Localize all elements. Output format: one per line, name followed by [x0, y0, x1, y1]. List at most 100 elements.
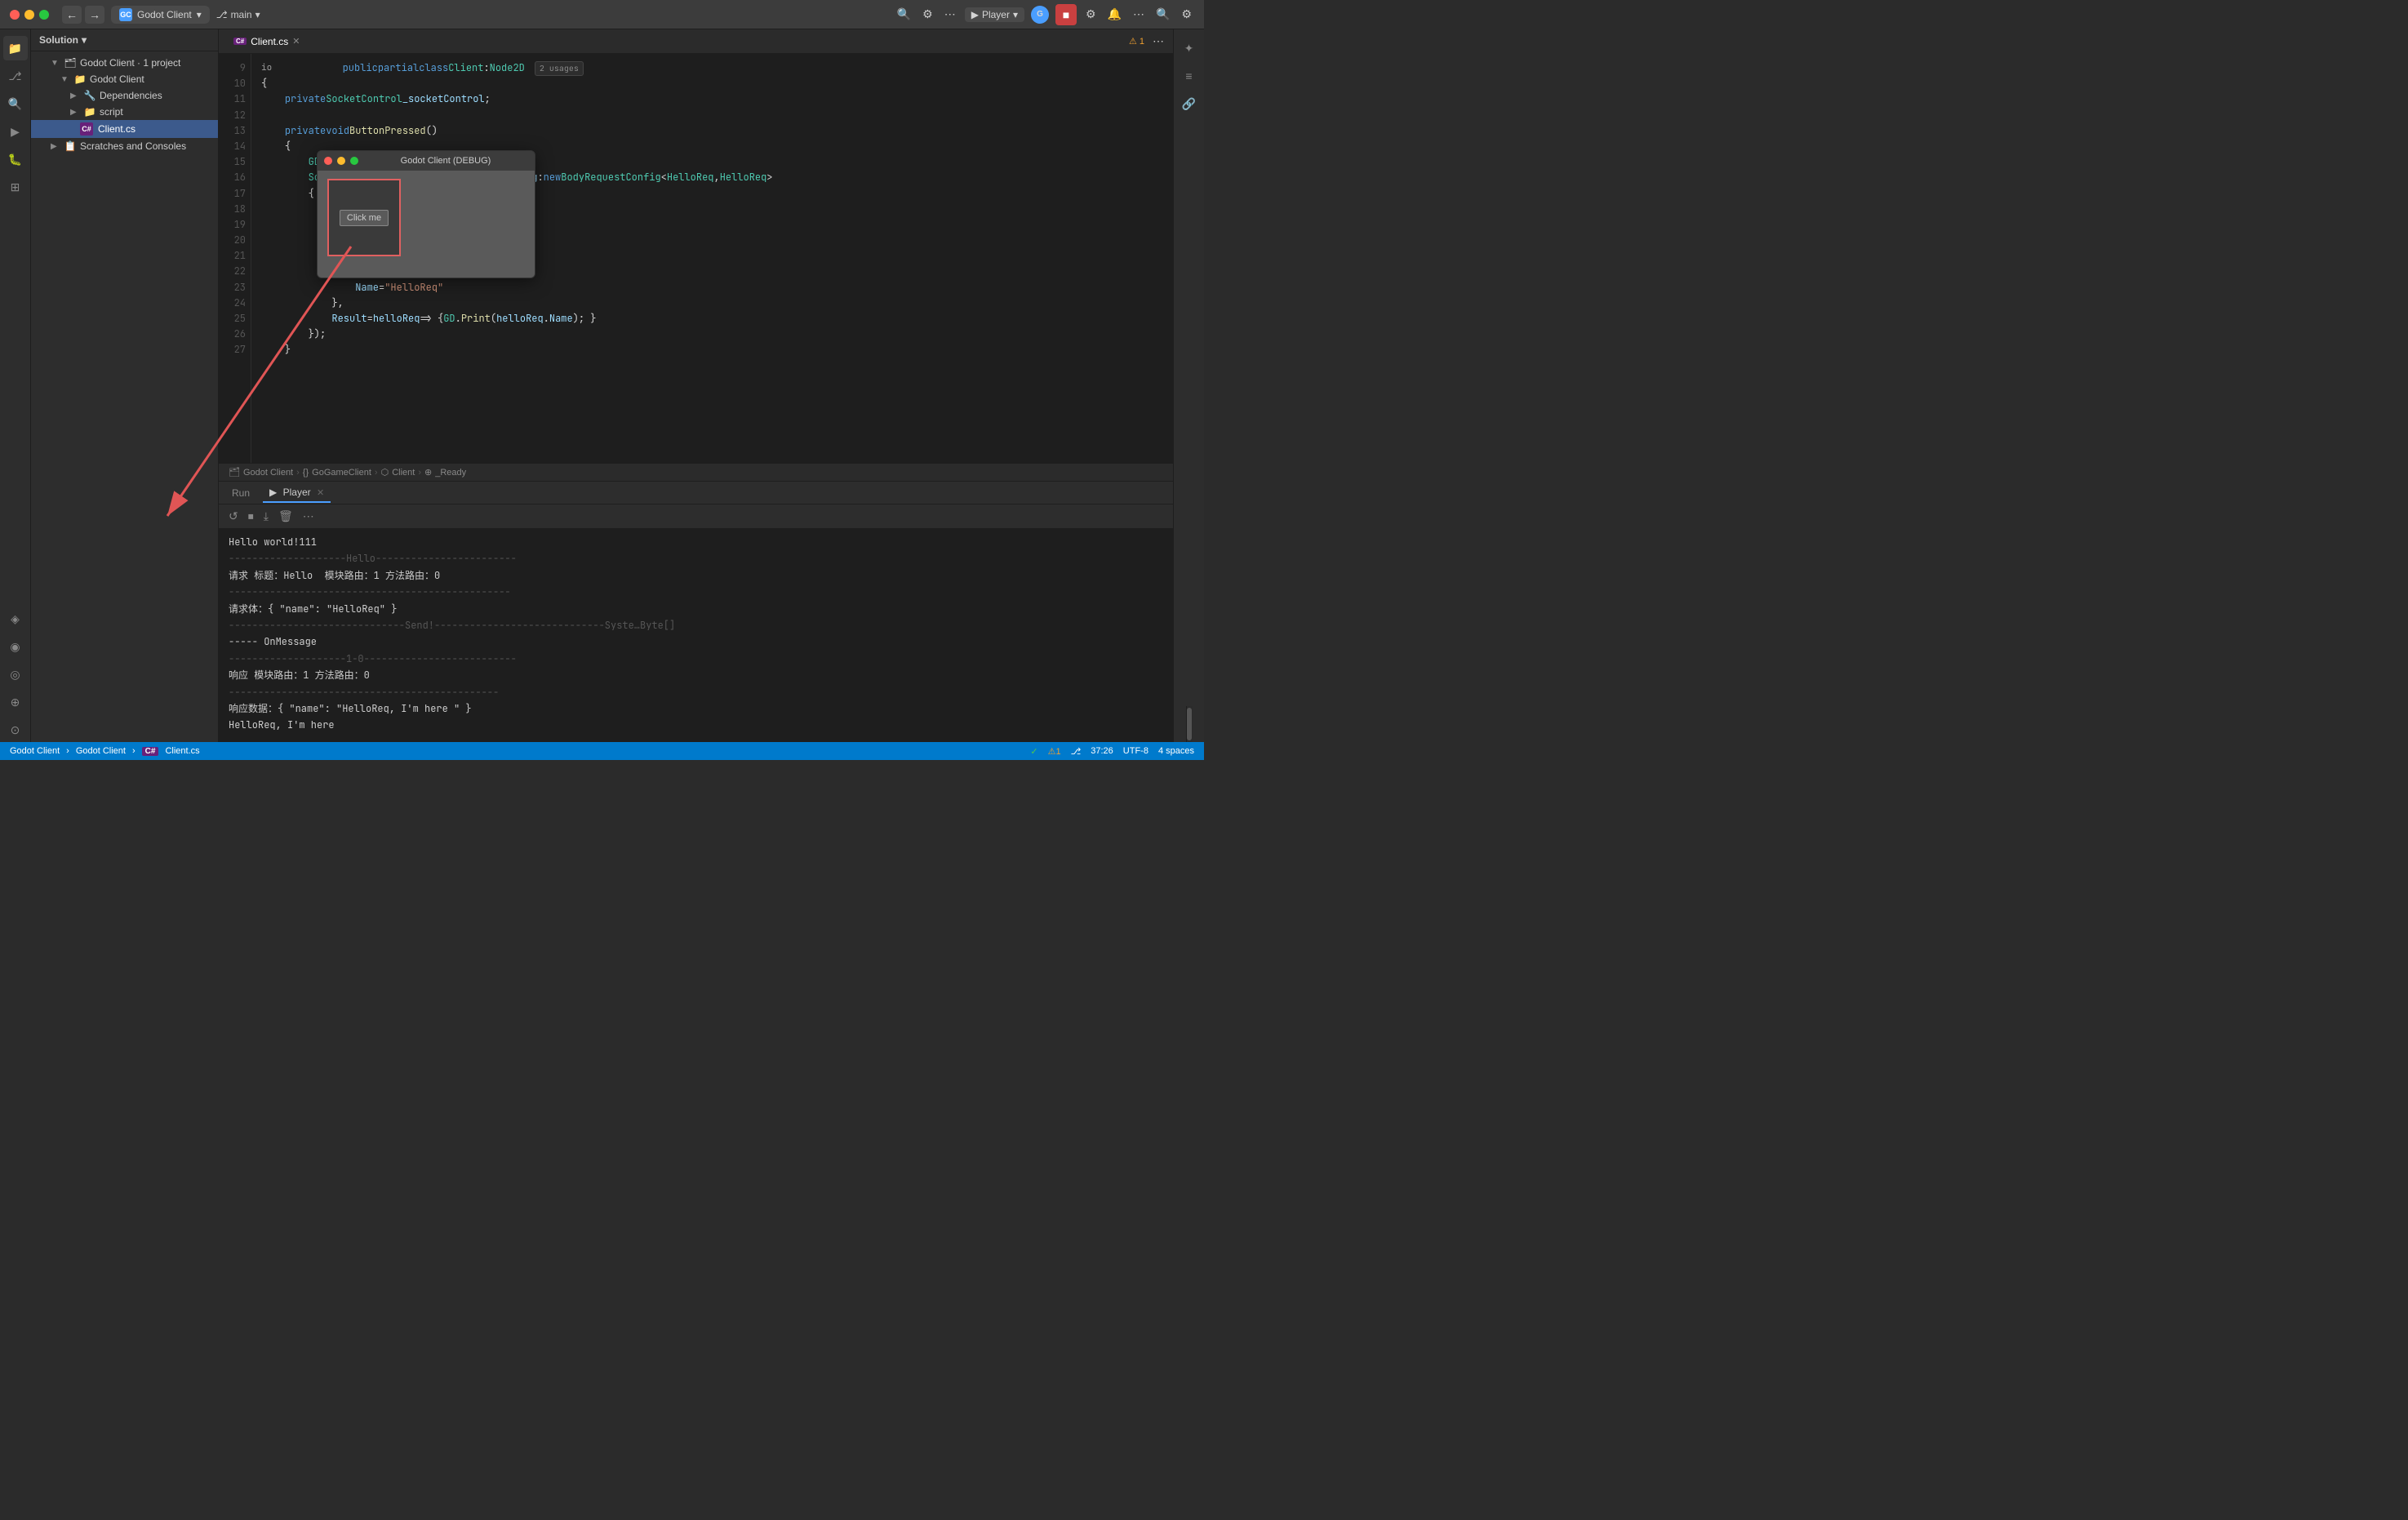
debug-sidebar-btn[interactable]: 🐛	[3, 147, 28, 171]
tree-arrow-icon: ▼	[51, 59, 60, 68]
global-search-button[interactable]: 🔍	[1153, 5, 1172, 24]
tree-item-godot-client-project[interactable]: ▼ 🗂 Godot Client · 1 project	[31, 55, 218, 71]
more-console-btn[interactable]: ⋯	[300, 508, 318, 525]
scrollbar[interactable]	[1186, 706, 1193, 742]
git-icon: ⎇	[216, 9, 228, 20]
client-cs-label: Client.cs	[98, 123, 136, 135]
app-switcher[interactable]: GC Godot Client ▾	[111, 6, 210, 24]
code-line	[261, 108, 1163, 123]
status-sep1: ›	[66, 746, 69, 756]
tree-item-dependencies[interactable]: ▶ 🔧 Dependencies	[31, 87, 218, 104]
code-line: Result = helloReq => { GD.Print(helloReq…	[261, 311, 1163, 327]
debug-maximize-btn[interactable]	[350, 157, 358, 165]
search-sidebar-btn[interactable]: 🔍	[3, 91, 28, 116]
ai-btn[interactable]: ✦	[1177, 36, 1202, 60]
traffic-lights	[10, 10, 49, 20]
game-viewport: Click me	[327, 179, 401, 256]
expand-button[interactable]: ⋯	[942, 5, 958, 24]
app-name: Godot Client	[137, 9, 192, 20]
bottom-icon-2[interactable]: ◉	[3, 634, 28, 659]
branch-chevron-icon: ▾	[255, 9, 260, 20]
toolbar-icon-button[interactable]: ⚙	[920, 5, 935, 24]
bottom-icon-5[interactable]: ⊙	[3, 718, 28, 742]
extensions-sidebar-btn[interactable]: ⊞	[3, 175, 28, 199]
stop-btn[interactable]: ⏹	[245, 508, 257, 525]
tree-item-script[interactable]: ▶ 📁 script	[31, 104, 218, 120]
debug-minimize-btn[interactable]	[337, 157, 345, 165]
script-folder-icon: 📁	[83, 106, 96, 118]
branch-selector[interactable]: ⎇ main ▾	[216, 9, 260, 20]
scrollbar-thumb[interactable]	[1187, 708, 1192, 740]
code-line: private void ButtonPressed()	[261, 123, 1163, 139]
bottom-icon-3[interactable]: ◎	[3, 662, 28, 687]
status-position: 37:26	[1091, 746, 1113, 756]
bc-class-icon: ⬡	[381, 467, 389, 478]
tree-item-client-cs[interactable]: C# Client.cs	[31, 120, 218, 138]
status-ok-icon: ✓	[1030, 746, 1037, 757]
status-path: Godot Client	[76, 746, 126, 756]
bottom-icon-4[interactable]: ⊕	[3, 690, 28, 714]
tree-content: ▼ 🗂 Godot Client · 1 project ▼ 📁 Godot C…	[31, 51, 218, 742]
bc-method[interactable]: _Ready	[435, 468, 466, 478]
structure-btn[interactable]: ≡	[1177, 64, 1202, 88]
console-line: 请求体：{ "name": "HelloReq" }	[229, 601, 1163, 617]
preferences-button[interactable]: ⚙	[1179, 5, 1194, 24]
restart-btn[interactable]: ↺	[225, 508, 242, 525]
bottom-tab-player[interactable]: ▶ Player ✕	[263, 483, 331, 503]
status-git-icon: ⎇	[1071, 746, 1082, 757]
code-line: io public partial class Client : Node2D …	[261, 60, 1163, 76]
git-sidebar-btn[interactable]: ⎇	[3, 64, 28, 88]
status-encoding: UTF-8	[1123, 746, 1148, 756]
player-tab-label: Player	[283, 487, 311, 498]
content-area: C# Client.cs ✕ ⚠ 1 ⋯ 9 10 11 12 13	[219, 29, 1173, 742]
close-traffic-light[interactable]	[10, 10, 20, 20]
forward-button[interactable]: →	[85, 6, 104, 24]
app-chevron-icon: ▾	[197, 9, 202, 20]
minimize-traffic-light[interactable]	[24, 10, 34, 20]
user-avatar[interactable]: G	[1037, 10, 1043, 19]
console-line: 响应数据：{ "name": "HelloReq, I'm here " }	[229, 700, 1163, 717]
maximize-traffic-light[interactable]	[39, 10, 49, 20]
stop-run-button[interactable]: ■	[1055, 4, 1077, 25]
back-button[interactable]: ←	[62, 6, 82, 24]
settings-button[interactable]: ⚙	[1083, 5, 1099, 24]
clear-btn[interactable]: 🗑	[275, 508, 296, 525]
bottom-icon-1[interactable]: ◈	[3, 607, 28, 631]
click-me-button[interactable]: Click me	[340, 210, 389, 226]
editor-tabs: C# Client.cs ✕ ⚠ 1 ⋯	[219, 29, 1173, 54]
folder-label: Godot Client	[90, 73, 144, 85]
tree-item-godot-client-folder[interactable]: ▼ 📁 Godot Client	[31, 71, 218, 87]
search-button[interactable]: 🔍	[895, 5, 913, 24]
project-tree-header: Solution ▾	[31, 29, 218, 51]
debug-close-btn[interactable]	[324, 157, 332, 165]
tab-close-button[interactable]: ✕	[292, 36, 300, 47]
console-line: ------------------------------Send!-----…	[229, 617, 1163, 633]
bottom-tabs: Run ▶ Player ✕	[219, 482, 1173, 504]
debug-window-title: Godot Client (DEBUG)	[363, 156, 528, 166]
folder-icon: 📁	[73, 73, 87, 85]
explorer-sidebar-btn[interactable]: 📁	[3, 36, 28, 60]
notifications-button[interactable]: 🔔	[1105, 5, 1124, 24]
editor-tab-client-cs[interactable]: C# Client.cs ✕	[225, 33, 309, 51]
editor-more-btn[interactable]: ⋯	[1150, 32, 1166, 51]
run-sidebar-btn[interactable]: ▶	[3, 119, 28, 144]
bc-class[interactable]: Client	[392, 468, 415, 478]
tree-arrow-icon: ▶	[70, 108, 80, 117]
scroll-down-btn[interactable]: ⤓	[260, 508, 272, 525]
status-right: ✓ ⚠1 ⎇ 37:26 UTF-8 4 spaces	[1030, 746, 1194, 757]
hierarchy-btn[interactable]: 🔗	[1177, 91, 1202, 116]
tree-arrow-icon: ▶	[51, 142, 60, 151]
bottom-toolbar: ↺ ⏹ ⤓ 🗑 ⋯	[219, 504, 1173, 529]
more-options-button[interactable]: ⋯	[1131, 5, 1147, 24]
status-sep2: ›	[132, 746, 136, 756]
bc-project[interactable]: Godot Client	[243, 468, 293, 478]
bc-namespace-icon: {}	[303, 468, 309, 478]
debug-content: Click me	[318, 171, 535, 278]
bc-project-icon: 🗂	[229, 467, 240, 478]
solution-label: Solution	[39, 34, 78, 46]
bc-namespace[interactable]: GoGameClient	[312, 468, 371, 478]
bottom-tab-run[interactable]: Run	[225, 484, 256, 502]
warnings-btn[interactable]: ⚠ 1	[1126, 32, 1147, 51]
tree-item-scratches[interactable]: ▶ 📋 Scratches and Consoles	[31, 138, 218, 154]
player-tab-close[interactable]: ✕	[317, 488, 324, 498]
